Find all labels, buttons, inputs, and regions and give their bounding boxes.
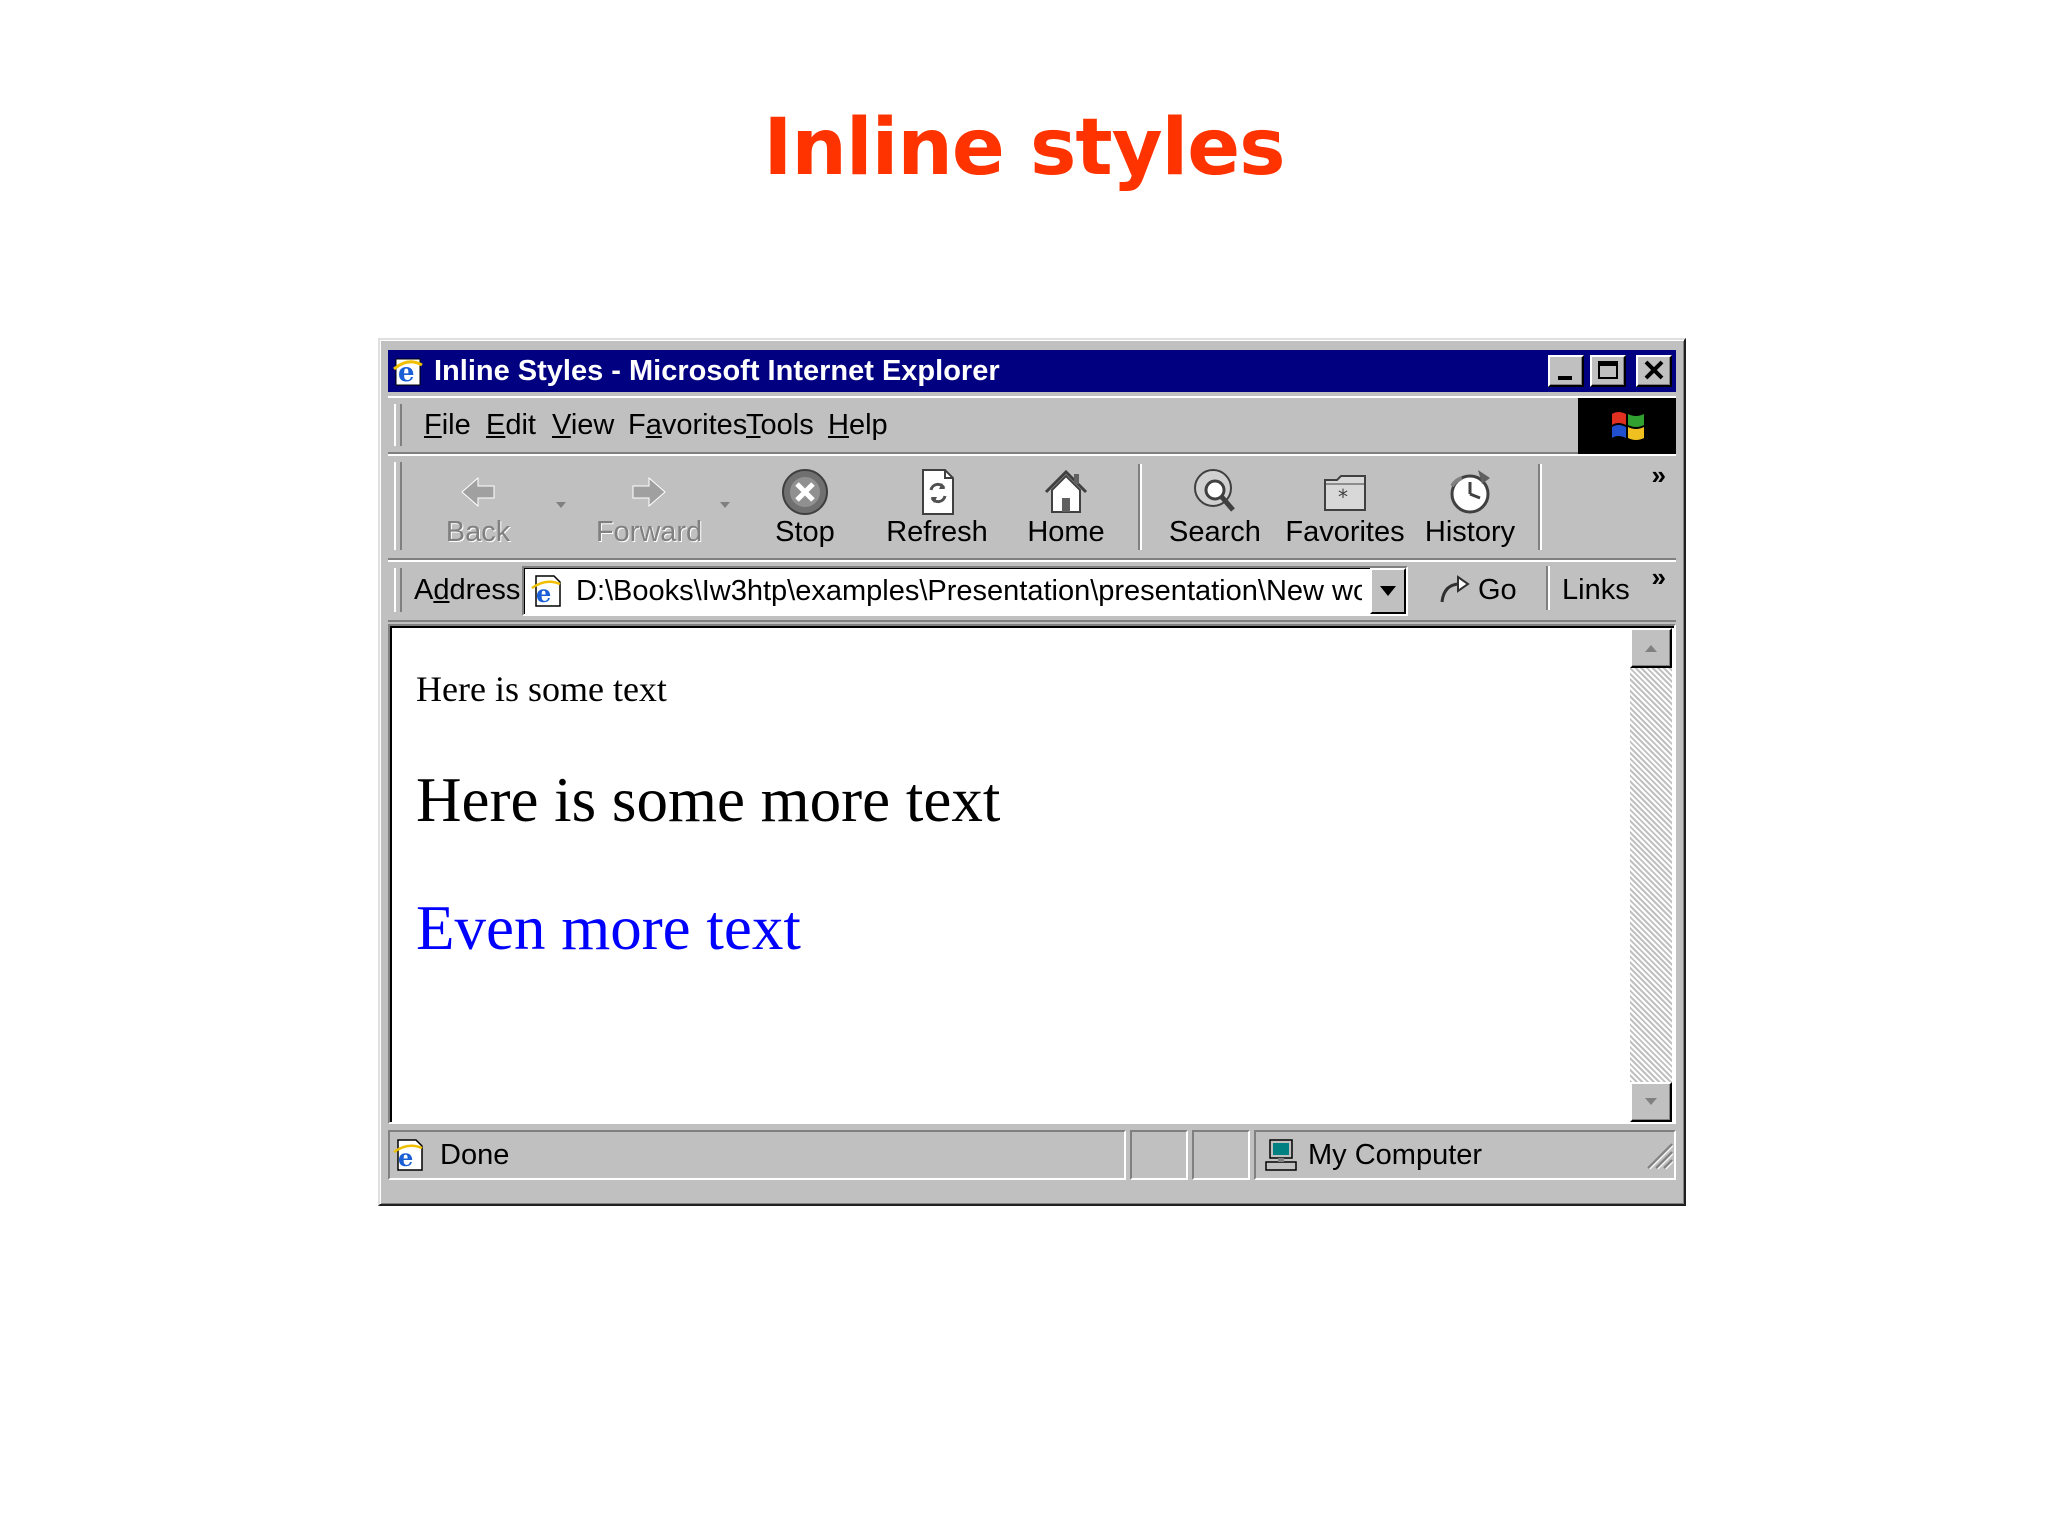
search-button[interactable]: Search bbox=[1150, 456, 1280, 556]
back-dropdown-icon[interactable] bbox=[554, 500, 568, 510]
menu-edit[interactable]: Edit bbox=[486, 398, 536, 452]
toolbar-grip[interactable] bbox=[394, 462, 402, 550]
toolbar-overflow-chevron[interactable]: » bbox=[1652, 460, 1666, 491]
menu-help[interactable]: Help bbox=[828, 398, 888, 452]
minimize-button[interactable] bbox=[1548, 355, 1584, 387]
stop-icon bbox=[782, 469, 828, 515]
menu-file[interactable]: File bbox=[424, 398, 471, 452]
menu-favorites[interactable]: Favorites bbox=[628, 398, 747, 452]
minimize-icon bbox=[1558, 376, 1572, 380]
resize-grip-icon[interactable] bbox=[1642, 1138, 1674, 1170]
menu-view[interactable]: View bbox=[552, 398, 614, 452]
links-overflow-chevron[interactable]: » bbox=[1652, 562, 1666, 593]
window-title: Inline Styles - Microsoft Internet Explo… bbox=[434, 355, 1000, 387]
slide-title: Inline styles bbox=[763, 103, 1285, 193]
address-label: Address bbox=[414, 574, 521, 606]
forward-label: Forward bbox=[595, 516, 703, 548]
menu-tools[interactable]: Tools bbox=[746, 398, 814, 452]
favorites-button[interactable]: * Favorites bbox=[1280, 456, 1410, 556]
toolbar-separator bbox=[1138, 464, 1142, 550]
maximize-icon bbox=[1598, 361, 1618, 379]
activity-throbber bbox=[1578, 398, 1676, 454]
scroll-down-button[interactable] bbox=[1630, 1082, 1672, 1122]
windows-flag-icon bbox=[1612, 412, 1644, 440]
history-icon bbox=[1450, 470, 1490, 514]
address-grip[interactable] bbox=[394, 568, 402, 612]
forward-arrow-icon bbox=[632, 476, 666, 508]
browser-window: e Inline Styles - Microsoft Internet Exp… bbox=[378, 338, 1686, 1206]
favorites-label: Favorites bbox=[1285, 516, 1405, 548]
status-text: Done bbox=[440, 1139, 510, 1171]
forward-dropdown-icon[interactable] bbox=[718, 500, 732, 510]
ie-logo-icon: e bbox=[393, 358, 423, 387]
page-content: Here is some text Here is some more text… bbox=[388, 624, 1676, 1124]
maximize-button[interactable] bbox=[1590, 355, 1626, 387]
menu-grip[interactable] bbox=[394, 404, 402, 446]
scroll-down-icon bbox=[1645, 1098, 1657, 1105]
scroll-up-icon bbox=[1645, 645, 1657, 652]
back-label: Back bbox=[445, 516, 511, 548]
toolbar-separator bbox=[1538, 464, 1542, 550]
chevron-down-icon bbox=[1380, 586, 1396, 596]
home-icon bbox=[1044, 469, 1088, 513]
back-arrow-icon bbox=[461, 476, 495, 508]
search-label: Search bbox=[1169, 516, 1261, 548]
text-paragraph-2: Here is some more text bbox=[416, 765, 1001, 835]
refresh-icon bbox=[922, 469, 954, 515]
menu-bar: File Edit View Favorites Tools Help bbox=[388, 396, 1676, 454]
go-arrow-icon bbox=[1440, 575, 1470, 603]
links-button[interactable]: Links bbox=[1562, 562, 1630, 618]
address-url: D:\Books\Iw3htp\examples\Presentation\pr… bbox=[576, 575, 1362, 607]
go-label: Go bbox=[1478, 574, 1517, 606]
computer-icon bbox=[1265, 1139, 1297, 1171]
ie-page-icon: e bbox=[393, 1139, 423, 1172]
status-zone-pane: My Computer bbox=[1254, 1130, 1676, 1180]
ie-page-icon: e bbox=[531, 575, 561, 608]
close-icon bbox=[1644, 360, 1664, 380]
stop-label: Stop bbox=[775, 516, 835, 548]
favorites-folder-icon: * bbox=[1324, 475, 1366, 511]
svg-text:*: * bbox=[1338, 485, 1348, 509]
back-button[interactable]: Back bbox=[418, 456, 538, 556]
vertical-scrollbar[interactable] bbox=[1630, 628, 1672, 1122]
home-label: Home bbox=[1027, 516, 1105, 548]
status-text-pane: e Done bbox=[388, 1130, 1126, 1180]
address-bar: Address e D:\Books\Iw3htp\examples\Prese… bbox=[388, 560, 1676, 622]
status-pane-security bbox=[1192, 1130, 1250, 1180]
text-paragraph-3: Even more text bbox=[416, 893, 801, 963]
status-bar: e Done My Computer bbox=[388, 1130, 1676, 1180]
forward-button[interactable]: Forward bbox=[574, 456, 724, 556]
history-button[interactable]: History bbox=[1410, 456, 1530, 556]
standard-toolbar: Back Forward Stop Refresh Home Search * … bbox=[388, 454, 1676, 560]
refresh-label: Refresh bbox=[886, 516, 988, 548]
home-button[interactable]: Home bbox=[1004, 456, 1128, 556]
status-pane-progress bbox=[1130, 1130, 1188, 1180]
title-bar[interactable]: e Inline Styles - Microsoft Internet Exp… bbox=[388, 350, 1676, 392]
address-input[interactable]: e D:\Books\Iw3htp\examples\Presentation\… bbox=[522, 566, 1408, 616]
scroll-up-button[interactable] bbox=[1630, 628, 1672, 668]
text-paragraph-1: Here is some text bbox=[416, 669, 667, 709]
history-label: History bbox=[1424, 516, 1516, 548]
address-dropdown-button[interactable] bbox=[1370, 568, 1406, 614]
links-separator bbox=[1546, 566, 1550, 610]
refresh-button[interactable]: Refresh bbox=[872, 456, 1002, 556]
close-button[interactable] bbox=[1636, 355, 1672, 387]
stop-button[interactable]: Stop bbox=[740, 456, 870, 556]
search-icon bbox=[1194, 469, 1235, 512]
zone-text: My Computer bbox=[1308, 1139, 1483, 1171]
